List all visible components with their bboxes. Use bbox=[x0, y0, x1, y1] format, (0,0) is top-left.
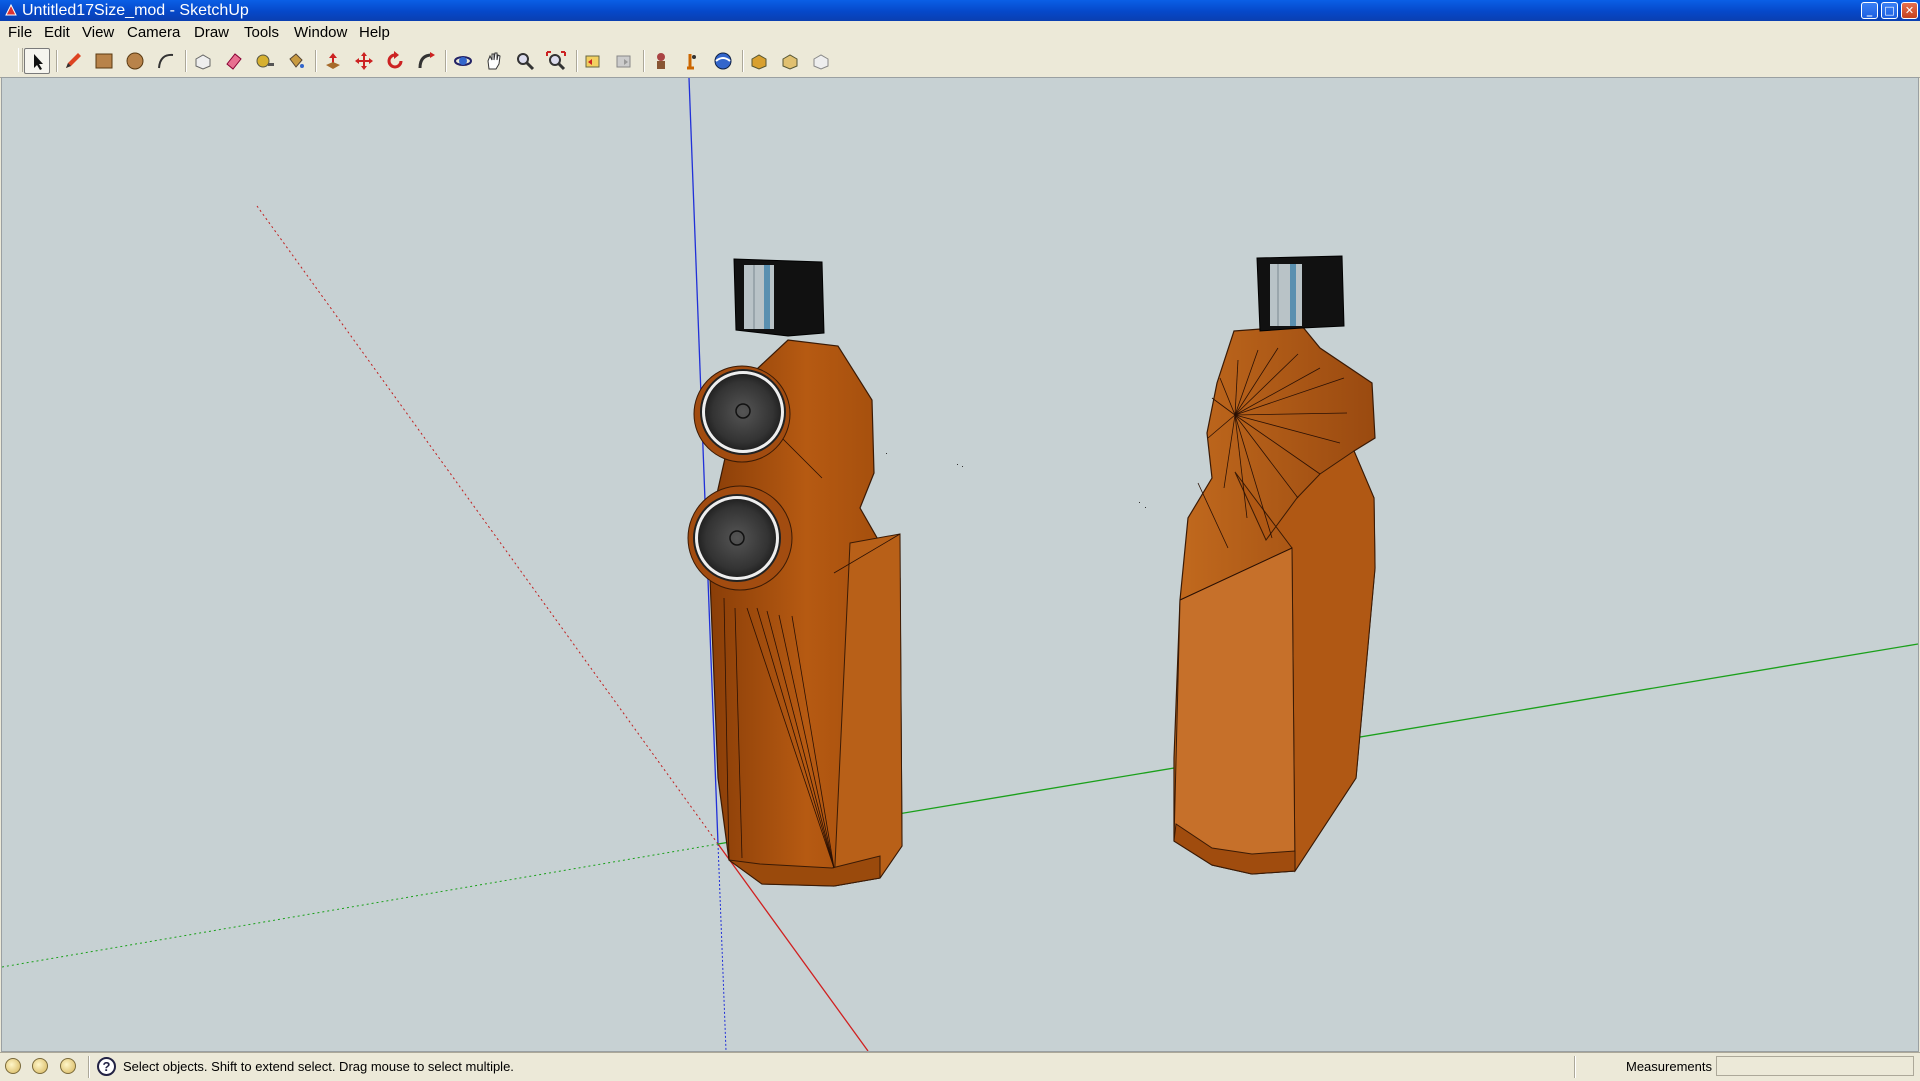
menu-view[interactable]: View bbox=[82, 24, 114, 41]
tape-measure-icon bbox=[256, 54, 274, 68]
circle-icon bbox=[126, 52, 144, 70]
zoom-extents-tool-button[interactable] bbox=[543, 48, 569, 74]
menu-draw[interactable]: Draw bbox=[194, 24, 229, 41]
next-view-icon bbox=[616, 55, 631, 68]
toolbar-separator bbox=[56, 50, 58, 72]
previous-view-icon bbox=[585, 55, 600, 68]
drawing-area[interactable] bbox=[1, 77, 1919, 1052]
pan-icon bbox=[487, 52, 501, 70]
title-bar: Untitled17Size_mod - SketchUp _ □ ✕ bbox=[0, 0, 1920, 21]
pencil-icon bbox=[66, 53, 81, 68]
select-icon bbox=[34, 54, 43, 70]
measurements-label: Measurements bbox=[1626, 1059, 1712, 1074]
look-around-tool-button[interactable] bbox=[710, 48, 736, 74]
status-hint: Select objects. Shift to extend select. … bbox=[123, 1059, 514, 1074]
rectangle-icon bbox=[95, 53, 113, 69]
toolbar-separator bbox=[315, 50, 317, 72]
arc-icon bbox=[158, 53, 174, 69]
share-model-tool-button[interactable] bbox=[777, 48, 803, 74]
follow-me-tool-button[interactable] bbox=[413, 48, 439, 74]
toolbar-separator bbox=[643, 50, 645, 72]
pencil-tool-button[interactable] bbox=[60, 48, 86, 74]
push-pull-tool-button[interactable] bbox=[320, 48, 346, 74]
toolbar-separator bbox=[742, 50, 744, 72]
toolbar-separator bbox=[576, 50, 578, 72]
sketchup-app-icon[interactable] bbox=[4, 3, 18, 17]
toolbar-grip[interactable] bbox=[18, 48, 23, 72]
stray-points bbox=[886, 453, 1146, 508]
rotate-icon bbox=[387, 51, 403, 69]
toolbar-separator bbox=[445, 50, 447, 72]
circle-tool-button[interactable] bbox=[122, 48, 148, 74]
walk-icon bbox=[687, 54, 696, 70]
maximize-button[interactable]: □ bbox=[1881, 2, 1898, 19]
eraser-tool-button[interactable] bbox=[221, 48, 247, 74]
help-icon[interactable]: ? bbox=[97, 1057, 116, 1076]
look-around-icon bbox=[714, 52, 732, 70]
menu-tools[interactable]: Tools bbox=[244, 24, 279, 41]
rotate-tool-button[interactable] bbox=[382, 48, 408, 74]
user-account-icon[interactable] bbox=[60, 1058, 76, 1074]
zoom-icon bbox=[517, 53, 535, 71]
tape-measure-tool-button[interactable] bbox=[252, 48, 278, 74]
toolbar bbox=[0, 43, 1920, 78]
previous-view-tool-button[interactable] bbox=[580, 48, 606, 74]
model-scene bbox=[2, 78, 1918, 1051]
get-models-tool-button[interactable] bbox=[746, 48, 772, 74]
speaker-right[interactable] bbox=[1173, 255, 1376, 875]
make-component-tool-button[interactable] bbox=[190, 48, 216, 74]
share-component-icon bbox=[813, 54, 829, 70]
walk-tool-button[interactable] bbox=[679, 48, 705, 74]
paint-bucket-icon bbox=[289, 53, 304, 68]
push-pull-icon bbox=[326, 53, 340, 69]
credits-icon[interactable] bbox=[32, 1058, 48, 1074]
get-models-icon bbox=[751, 54, 767, 70]
zoom-tool-button[interactable] bbox=[512, 48, 538, 74]
window-controls: _ □ ✕ bbox=[1861, 2, 1918, 19]
green-axis bbox=[2, 643, 1918, 968]
menu-help[interactable]: Help bbox=[359, 24, 390, 41]
position-camera-tool-button[interactable] bbox=[648, 48, 674, 74]
position-camera-icon bbox=[657, 53, 665, 69]
pan-tool-button[interactable] bbox=[481, 48, 507, 74]
status-separator bbox=[88, 1056, 90, 1078]
make-component-icon bbox=[195, 54, 211, 70]
next-view-tool-button[interactable] bbox=[611, 48, 637, 74]
status-bar: ? Select objects. Shift to extend select… bbox=[0, 1052, 1920, 1081]
geolocation-icon[interactable] bbox=[5, 1058, 21, 1074]
menu-bar: File Edit View Camera Draw Tools Window … bbox=[0, 21, 1920, 43]
status-separator bbox=[1574, 1056, 1576, 1078]
zoom-extents-icon bbox=[546, 51, 566, 71]
eraser-icon bbox=[226, 53, 242, 70]
menu-edit[interactable]: Edit bbox=[44, 24, 70, 41]
speaker-left[interactable] bbox=[687, 258, 903, 887]
minimize-button[interactable]: _ bbox=[1861, 2, 1878, 19]
menu-camera[interactable]: Camera bbox=[127, 24, 180, 41]
paint-bucket-tool-button[interactable] bbox=[283, 48, 309, 74]
rectangle-tool-button[interactable] bbox=[91, 48, 117, 74]
toolbar-separator bbox=[185, 50, 187, 72]
share-model-icon bbox=[782, 54, 798, 70]
orbit-tool-button[interactable] bbox=[450, 48, 476, 74]
menu-window[interactable]: Window bbox=[294, 24, 347, 41]
close-button[interactable]: ✕ bbox=[1901, 2, 1918, 19]
orbit-icon bbox=[454, 56, 472, 66]
arc-tool-button[interactable] bbox=[153, 48, 179, 74]
share-component-tool-button[interactable] bbox=[808, 48, 834, 74]
move-tool-button[interactable] bbox=[351, 48, 377, 74]
select-tool-button[interactable] bbox=[24, 48, 50, 74]
window-title: Untitled17Size_mod - SketchUp bbox=[22, 2, 249, 19]
move-icon bbox=[355, 52, 373, 70]
menu-file[interactable]: File bbox=[8, 24, 32, 41]
measurements-input[interactable] bbox=[1716, 1056, 1914, 1076]
follow-me-icon bbox=[418, 52, 435, 69]
